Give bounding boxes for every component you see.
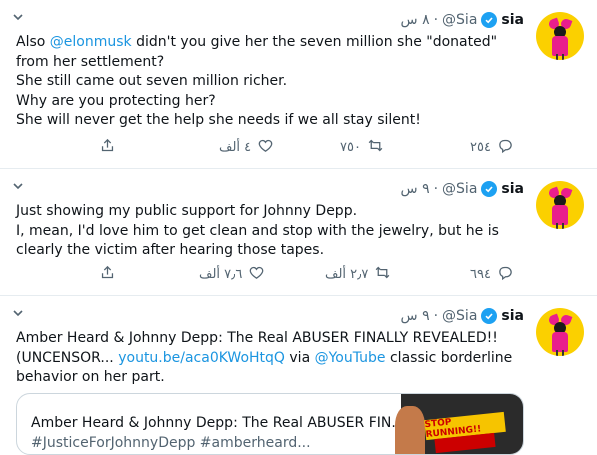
link-preview-card[interactable]: Amber Heard & Johnny Depp: The Real ABUS… <box>16 393 524 455</box>
chevron-down-icon[interactable] <box>10 306 26 322</box>
heart-icon <box>248 264 265 285</box>
share-button[interactable] <box>99 137 116 157</box>
reply-icon <box>497 137 514 158</box>
display-name[interactable]: sia <box>501 12 524 28</box>
heart-icon <box>257 137 274 158</box>
share-icon <box>99 264 116 285</box>
separator-dot: · <box>433 12 439 28</box>
avatar[interactable] <box>536 308 584 356</box>
avatar[interactable] <box>536 181 584 229</box>
tweet[interactable]: sia @Sia · ٨ س Also @elonmusk didn't you… <box>0 0 597 169</box>
mention-link[interactable]: @elonmusk <box>50 34 132 50</box>
display-name[interactable]: sia <box>501 308 524 324</box>
tweet-text: Amber Heard & Johnny Depp: The Real ABUS… <box>16 329 516 388</box>
tweet[interactable]: sia @Sia · ٩ س Amber Heard & Johnny Depp… <box>0 296 597 455</box>
tweet[interactable]: sia @Sia · ٩ س Just showing my public su… <box>0 169 597 296</box>
card-subtitle: #JusticeForJohnnyDepp #amberheard... <box>31 435 311 451</box>
reply-button[interactable]: ٢٥٤ <box>470 137 514 157</box>
share-button[interactable] <box>99 264 116 284</box>
like-count: ٧٫٦ ألف <box>199 266 243 282</box>
tweet-header: sia @Sia · ٨ س <box>401 10 524 30</box>
tweet-timestamp[interactable]: ٨ س <box>401 12 430 28</box>
text-line: I, mean, I'd love him to get clean and s… <box>16 222 499 259</box>
verified-badge-icon <box>481 308 498 324</box>
tweet-header: sia @Sia · ٩ س <box>401 179 524 199</box>
reply-button[interactable]: ٦٩٤ <box>470 264 514 284</box>
display-name[interactable]: sia <box>501 181 524 197</box>
chevron-down-icon[interactable] <box>10 179 26 195</box>
chevron-down-icon[interactable] <box>10 10 26 26</box>
verified-badge-icon <box>481 12 498 28</box>
like-button[interactable]: ٧٫٦ ألف <box>199 264 265 284</box>
retweet-count: ٧٥٠ <box>340 139 361 155</box>
tweet-actions: ٦٩٤ ٢٫٧ ألف ٧٫٦ ألف <box>0 264 597 284</box>
separator-dot: · <box>433 308 439 324</box>
text-line: She will never get the help she needs if… <box>16 112 421 128</box>
reply-count: ٦٩٤ <box>470 266 491 282</box>
text-line: Just showing my public support for Johnn… <box>16 203 358 219</box>
retweet-button[interactable]: ٢٫٧ ألف <box>325 264 391 284</box>
text-segment: Also <box>16 34 50 50</box>
text-line: Why are you protecting her? <box>16 92 216 109</box>
card-title: Amber Heard & Johnny Depp: The Real ABUS… <box>31 415 405 431</box>
reply-count: ٢٥٤ <box>470 139 491 155</box>
tweet-header: sia @Sia · ٩ س <box>401 306 524 326</box>
card-thumbnail: STOP RUNNING!! <box>395 394 523 454</box>
retweet-icon <box>367 137 384 158</box>
separator-dot: · <box>433 181 439 197</box>
tweet-timestamp[interactable]: ٩ س <box>401 181 430 197</box>
tweet-actions: ٢٥٤ ٧٥٠ ٤ ألف <box>0 137 597 157</box>
user-handle[interactable]: @Sia <box>442 12 477 28</box>
retweet-icon <box>374 264 391 285</box>
timeline-feed: sia @Sia · ٨ س Also @elonmusk didn't you… <box>0 0 597 455</box>
verified-badge-icon <box>481 181 498 197</box>
user-handle[interactable]: @Sia <box>442 308 477 324</box>
like-button[interactable]: ٤ ألف <box>219 137 274 157</box>
share-icon <box>99 137 116 158</box>
avatar[interactable] <box>536 12 584 60</box>
text-segment: via <box>284 349 315 366</box>
retweet-button[interactable]: ٧٥٠ <box>340 137 384 157</box>
user-handle[interactable]: @Sia <box>442 181 477 197</box>
retweet-count: ٢٫٧ ألف <box>325 266 369 282</box>
tweet-timestamp[interactable]: ٩ س <box>401 308 430 324</box>
text-line: She still came out seven million richer. <box>16 73 288 89</box>
tweet-text: Also @elonmusk didn't you give her the s… <box>16 33 516 131</box>
tweet-text: Just showing my public support for Johnn… <box>16 202 516 261</box>
external-link[interactable]: youtu.be/aca0KWoHtqQ <box>118 350 285 366</box>
mention-link[interactable]: @YouTube <box>315 350 386 366</box>
like-count: ٤ ألف <box>219 139 252 155</box>
reply-icon <box>497 264 514 285</box>
